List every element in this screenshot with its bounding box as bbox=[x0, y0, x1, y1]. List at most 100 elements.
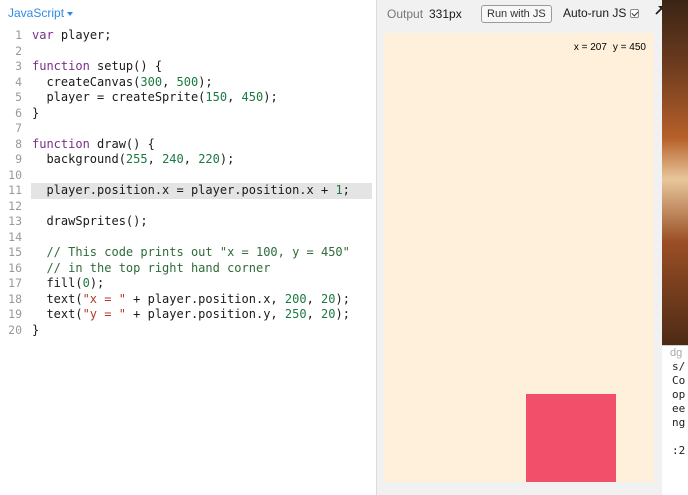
x-readout: x = 207 bbox=[573, 42, 607, 53]
line-number: 4 bbox=[15, 74, 22, 89]
code-line[interactable]: 2 bbox=[0, 44, 376, 60]
code-text: createCanvas(300, 500); bbox=[32, 74, 213, 91]
code-text: player = createSprite(150, 450); bbox=[32, 90, 278, 106]
code-token: function bbox=[32, 59, 90, 73]
autorun-toggle[interactable]: Auto-run JS bbox=[563, 6, 640, 20]
code-line[interactable]: 11 player.position.x = player.position.x… bbox=[0, 183, 376, 199]
edge-panel-line: op bbox=[672, 388, 686, 401]
code-token: player.position.x = player.position.x + bbox=[32, 183, 336, 197]
line-number: 17 bbox=[8, 276, 22, 290]
edge-panel-line bbox=[662, 430, 688, 444]
code-token: "x = " bbox=[82, 291, 126, 306]
code-token: ); bbox=[263, 90, 278, 104]
code-token: fill( bbox=[32, 276, 83, 290]
edge-panel-line: s/ bbox=[672, 360, 686, 373]
background-photo bbox=[662, 0, 688, 345]
code-token: ); bbox=[89, 276, 105, 290]
code-line[interactable]: 19 text("y = " + player.position.y, 250,… bbox=[0, 307, 376, 323]
code-line[interactable]: 13 drawSprites(); bbox=[0, 214, 376, 230]
code-line[interactable]: 10 bbox=[0, 168, 376, 184]
code-line[interactable]: 14 bbox=[0, 230, 376, 246]
code-line[interactable]: 1 var player; bbox=[0, 28, 376, 44]
line-number: 12 bbox=[8, 198, 22, 213]
code-token: player; bbox=[60, 28, 112, 42]
code-text: } bbox=[32, 106, 39, 122]
run-with-js-button[interactable]: Run with JS bbox=[481, 5, 552, 23]
code-line[interactable]: 15 // This code prints out "x = 100, y =… bbox=[0, 245, 376, 261]
code-token: createCanvas( bbox=[32, 74, 141, 89]
code-text: var player; bbox=[32, 28, 112, 44]
code-area[interactable]: 1 var player; 2 3 function setup() {4 create… bbox=[0, 28, 376, 338]
code-line[interactable]: 16 // in the top right hand corner bbox=[0, 261, 376, 277]
code-line[interactable]: 8 function draw() { bbox=[0, 137, 376, 153]
line-number: 19 bbox=[8, 307, 22, 321]
line-number: 20 bbox=[8, 322, 22, 337]
code-text: function draw() { bbox=[32, 137, 155, 153]
code-text: // in the top right hand corner bbox=[32, 261, 270, 277]
edge-panel-top: dg bbox=[670, 347, 683, 359]
line-number: 8 bbox=[15, 136, 22, 151]
code-text: drawSprites(); bbox=[32, 214, 148, 230]
line-number: 14 bbox=[8, 229, 22, 244]
code-line[interactable]: 5 player = createSprite(150, 450); bbox=[0, 90, 376, 106]
line-number: 15 bbox=[8, 245, 22, 259]
code-text: background(255, 240, 220); bbox=[32, 152, 234, 168]
code-token: // This code prints out "x = 100, y = 45… bbox=[32, 245, 350, 259]
code-token: 200 bbox=[284, 291, 307, 306]
code-token: 150 bbox=[205, 90, 228, 104]
code-token: "y = " bbox=[82, 307, 126, 321]
autorun-label: Auto-run JS bbox=[563, 6, 627, 20]
position-readout: x = 207 y = 450 bbox=[568, 42, 646, 53]
code-editor-pane[interactable]: JavaScript 1 var player; 2 3 function setup(… bbox=[0, 0, 376, 495]
edge-panel-line: ng bbox=[672, 416, 686, 429]
code-token: 300 bbox=[140, 74, 163, 89]
code-token: ); bbox=[198, 74, 213, 89]
line-number: 2 bbox=[15, 43, 22, 58]
output-toolbar: Output 331px Run with JS Auto-run JS bbox=[377, 0, 688, 28]
code-token: drawSprites(); bbox=[32, 214, 148, 228]
code-line[interactable]: 7 bbox=[0, 121, 376, 137]
background-window-edge: dg s/Co op ee ng:2 bbox=[662, 0, 688, 495]
code-line[interactable]: 3 function setup() { bbox=[0, 59, 376, 75]
code-token: 500 bbox=[176, 74, 199, 89]
code-token: 0 bbox=[82, 276, 90, 290]
code-token: , bbox=[147, 152, 163, 166]
code-line[interactable]: 20} bbox=[0, 323, 376, 339]
line-number: 3 bbox=[15, 59, 22, 73]
code-token: text( bbox=[32, 307, 83, 321]
autorun-checkbox[interactable] bbox=[630, 8, 640, 18]
code-line[interactable]: 17 fill(0); bbox=[0, 276, 376, 292]
code-token: + player.position.y, bbox=[125, 307, 285, 321]
code-token: ); bbox=[219, 152, 235, 166]
code-line[interactable]: 6} bbox=[0, 106, 376, 122]
code-token: , bbox=[227, 90, 242, 104]
code-token: text( bbox=[32, 291, 83, 306]
line-number: 1 bbox=[15, 28, 22, 42]
code-line[interactable]: 18 text("x = " + player.position.x, 200,… bbox=[0, 292, 376, 308]
code-token: ); bbox=[335, 307, 350, 321]
edge-panel-line: :2 bbox=[672, 444, 686, 457]
line-number: 5 bbox=[15, 90, 22, 104]
line-number: 7 bbox=[15, 121, 22, 135]
output-label: Output bbox=[387, 7, 424, 21]
language-label: JavaScript bbox=[8, 6, 65, 20]
code-token: var bbox=[32, 28, 54, 42]
code-token: 20 bbox=[321, 307, 336, 321]
code-token: 220 bbox=[198, 152, 220, 166]
y-readout: y = 450 bbox=[612, 42, 646, 53]
code-text: // This code prints out "x = 100, y = 45… bbox=[32, 245, 350, 261]
code-token: player = createSprite( bbox=[32, 90, 206, 104]
code-text: } bbox=[32, 323, 39, 339]
line-number: 11 bbox=[8, 183, 22, 197]
edge-panel-line: ee bbox=[672, 402, 686, 415]
code-token: + player.position.x, bbox=[125, 291, 285, 306]
code-line[interactable]: 12 bbox=[0, 199, 376, 215]
code-token: } bbox=[32, 322, 40, 337]
code-token: 1 bbox=[335, 183, 343, 197]
language-dropdown[interactable]: JavaScript bbox=[8, 5, 74, 21]
code-text: function setup() { bbox=[32, 59, 162, 75]
code-line[interactable]: 9 background(255, 240, 220); bbox=[0, 152, 376, 168]
code-token: , bbox=[306, 291, 322, 306]
code-token: , bbox=[162, 74, 177, 89]
code-line[interactable]: 4 createCanvas(300, 500); bbox=[0, 75, 376, 91]
